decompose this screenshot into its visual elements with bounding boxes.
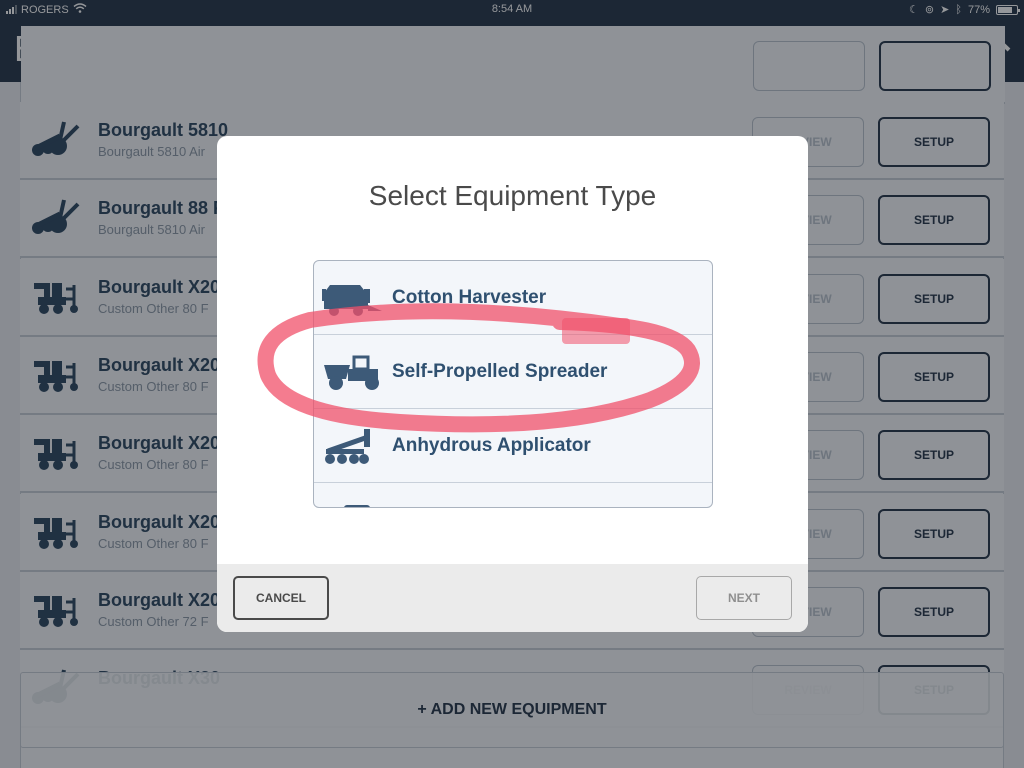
option-anhydrous-applicator[interactable]: Anhydrous Applicator [314, 409, 712, 483]
cotton-harvester-icon [320, 279, 384, 319]
anhydrous-applicator-icon [320, 427, 384, 467]
option-cotton-harvester[interactable]: Cotton Harvester [314, 261, 712, 335]
spreader-icon [320, 353, 384, 393]
dialog-title: Select Equipment Type [368, 180, 657, 211]
dialog-footer: CANCEL NEXT [217, 564, 808, 632]
partial-option-icon [344, 505, 370, 507]
option-label: Cotton Harvester [392, 287, 547, 308]
option-label: Self-Propelled Spreader [392, 361, 608, 382]
next-button[interactable]: NEXT [696, 576, 792, 620]
option-self-propelled-spreader[interactable]: Self-Propelled Spreader [314, 335, 712, 409]
equipment-type-picker[interactable]: Cotton Harvester Self-Propelled Spreader [313, 260, 713, 508]
cancel-button[interactable]: CANCEL [233, 576, 329, 620]
select-equipment-type-dialog: Select Equipment Type Cotton Harvester S… [217, 136, 808, 632]
option-partial[interactable] [314, 483, 712, 507]
option-label: Anhydrous Applicator [392, 435, 591, 456]
